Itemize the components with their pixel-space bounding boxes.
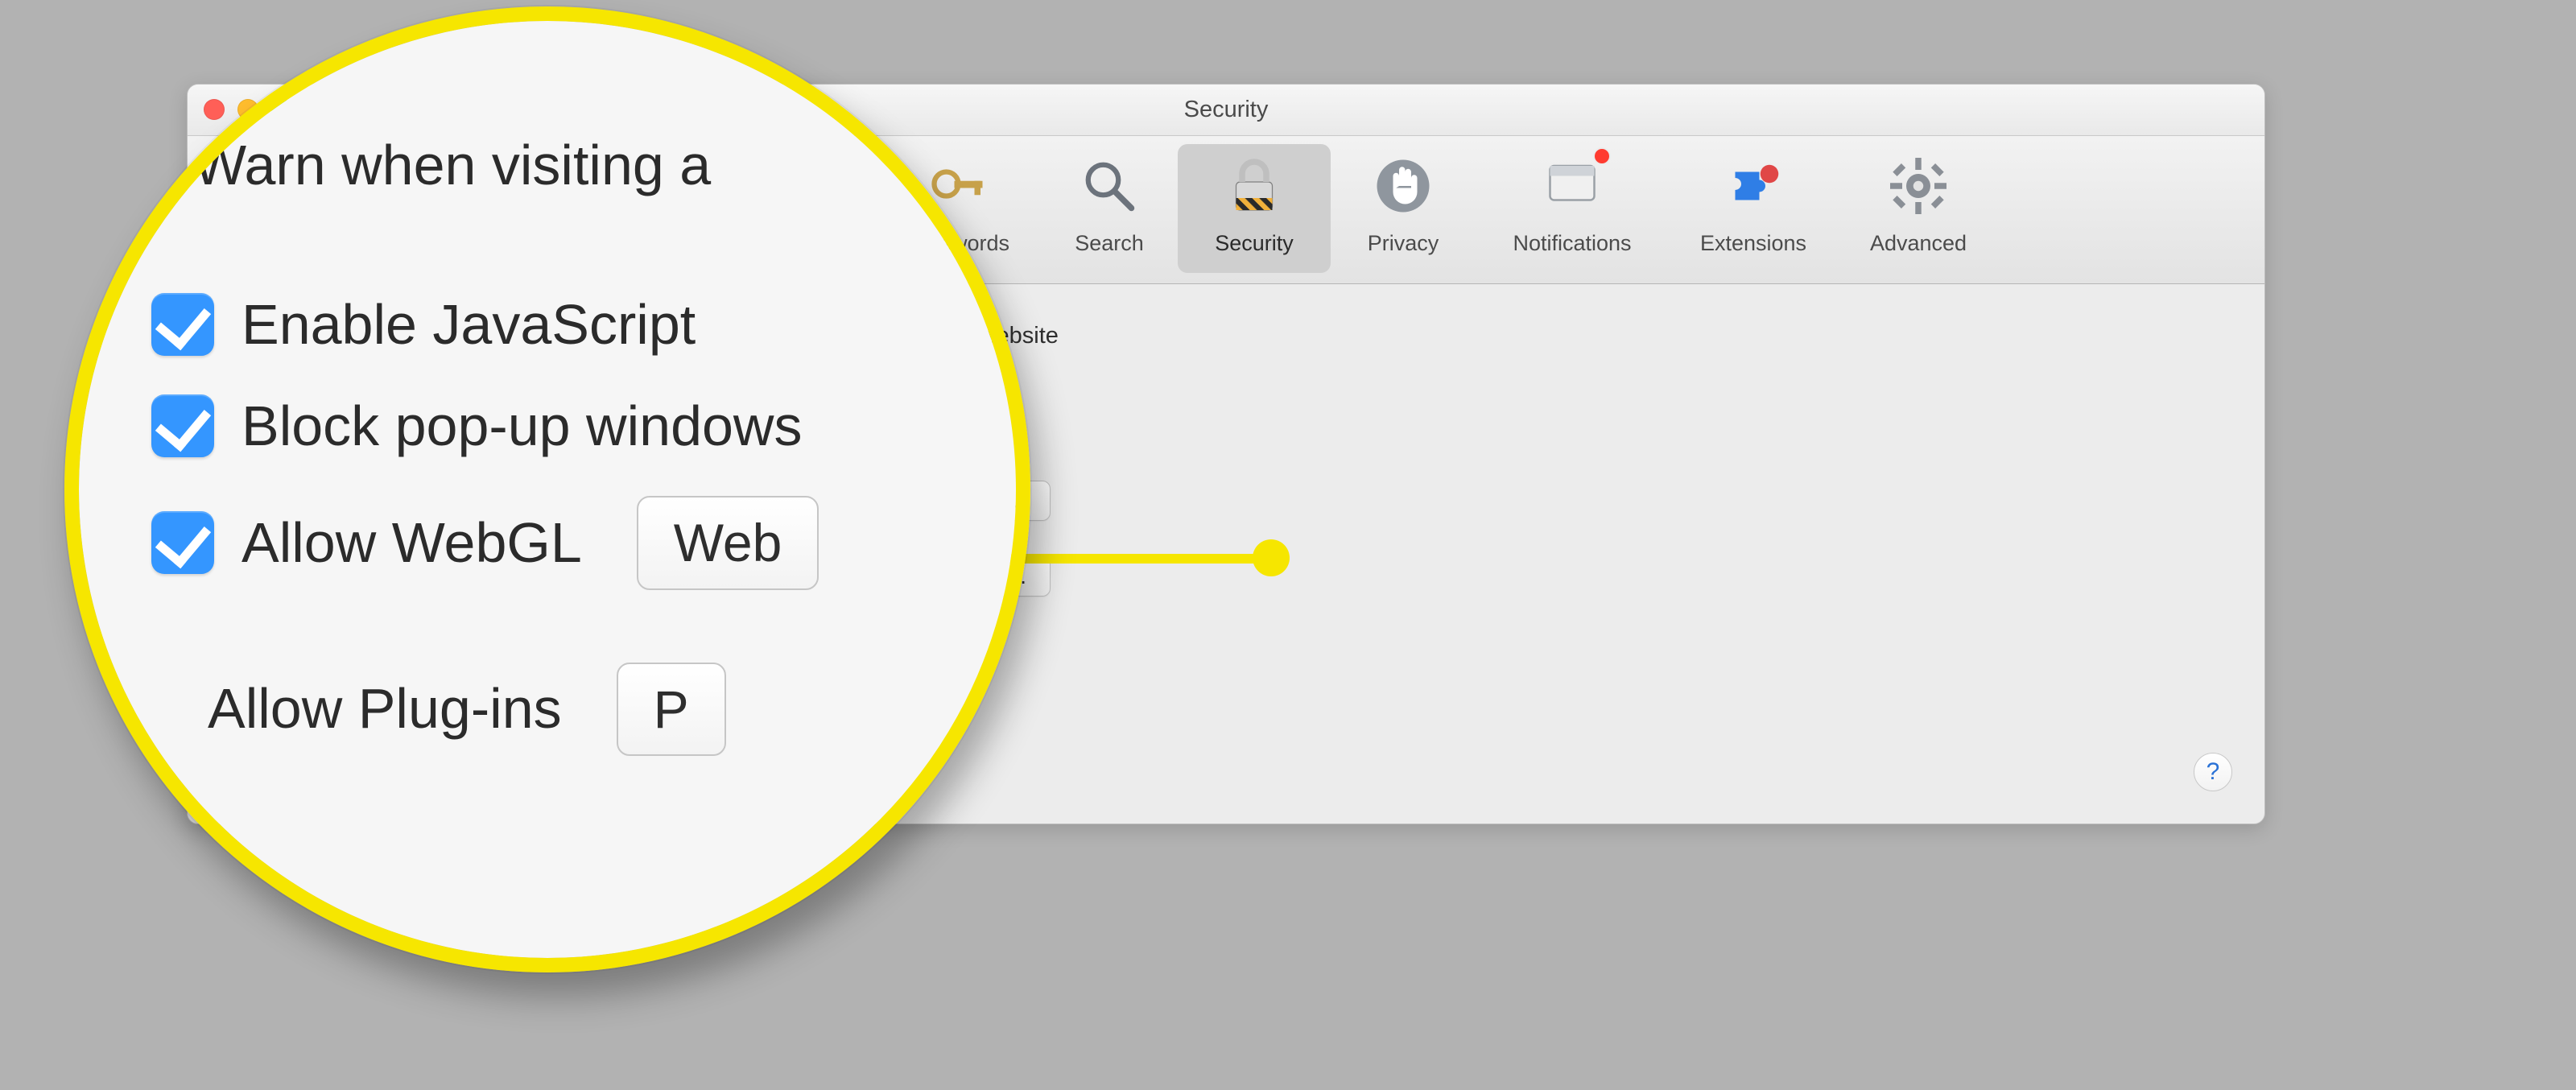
annotation-leader-line [995, 554, 1269, 564]
window-title: Security [188, 97, 2264, 123]
allow-plugins-label: Allow Plug-ins [648, 564, 795, 590]
help-button[interactable]: ? [2194, 753, 2232, 791]
zoom-window-button[interactable] [271, 99, 292, 120]
warn-fraudulent-checkbox[interactable] [609, 323, 635, 349]
allow-webgl-row: Allow WebGL WebGL Settings… [609, 481, 2216, 521]
block-popups-row: Block pop-up windows [609, 436, 2216, 474]
tab-search[interactable]: Search [1041, 144, 1178, 273]
gear-icon [1883, 151, 1954, 221]
window-controls [204, 99, 292, 120]
close-window-button[interactable] [204, 99, 225, 120]
tab-security[interactable]: Security [1178, 144, 1331, 273]
allow-plugins-row: Allow Plug-ins Plug-in Settings… [609, 556, 2216, 597]
internet-plugins-label: Internet plug-ins: [236, 556, 590, 586]
warn-fraudulent-row: Warn when visiting a fraudulent website [609, 316, 2216, 355]
enable-javascript-checkbox[interactable] [609, 397, 635, 423]
tab-label: Privacy [1368, 231, 1439, 256]
tab-label: Passwords [903, 231, 1009, 256]
enable-js-row: Enable JavaScript [609, 390, 2216, 429]
pencil-icon [764, 151, 835, 221]
allow-webgl-checkbox[interactable] [609, 488, 635, 514]
tab-label: Security [1215, 231, 1294, 256]
tab-label: AutoFill [763, 231, 836, 256]
preferences-toolbar: General Tabs AutoFill Pass [188, 136, 2264, 284]
tab-tabs[interactable]: Tabs [598, 144, 727, 273]
tab-label: Advanced [1870, 231, 1967, 256]
notification-badge-icon [1593, 147, 1611, 165]
tab-autofill[interactable]: AutoFill [727, 144, 872, 273]
block-popups-checkbox[interactable] [609, 442, 635, 468]
minimize-window-button[interactable] [237, 99, 258, 120]
key-icon [921, 151, 992, 221]
preferences-window: Security General Tabs [187, 84, 2265, 824]
tab-advanced[interactable]: Advanced [1838, 144, 1999, 273]
hand-icon [1368, 151, 1439, 221]
puzzle-icon [1718, 151, 1789, 221]
switches-icon [490, 151, 561, 221]
security-panel: Fraudulent sites: Warn when visiting a f… [188, 284, 2264, 629]
lock-icon [1219, 151, 1290, 221]
allow-plugins-checkbox[interactable] [609, 564, 635, 589]
tabs-icon [627, 151, 698, 221]
help-icon: ? [2207, 758, 2220, 786]
web-content-label: Web content: [236, 390, 590, 420]
notification-icon [1537, 151, 1608, 221]
annotation-leader-dot [1253, 539, 1290, 576]
allow-webgl-label: Allow WebGL [648, 488, 789, 514]
enable-javascript-label: Enable JavaScript [648, 397, 836, 423]
fraudulent-sites-label: Fraudulent sites: [236, 316, 590, 346]
tab-label: Tabs [639, 231, 685, 256]
tab-notifications[interactable]: Notifications [1476, 144, 1669, 273]
tab-privacy[interactable]: Privacy [1331, 144, 1476, 273]
tab-label: Extensions [1700, 231, 1806, 256]
webgl-settings-button[interactable]: WebGL Settings… [818, 481, 1050, 521]
warn-fraudulent-label: Warn when visiting a fraudulent website [648, 323, 1059, 349]
tab-label: Search [1075, 231, 1144, 256]
tab-general[interactable]: General [453, 144, 598, 273]
window-titlebar: Security [188, 85, 2264, 136]
tab-label: General [487, 231, 564, 256]
warn-fraudulent-checkbox-zoom [137, 134, 166, 196]
tab-label: Notifications [1513, 231, 1631, 256]
tab-extensions[interactable]: Extensions [1669, 144, 1838, 273]
tab-passwords[interactable]: Passwords [872, 144, 1041, 273]
block-popups-label: Block pop-up windows [648, 442, 881, 469]
search-icon [1074, 151, 1145, 221]
